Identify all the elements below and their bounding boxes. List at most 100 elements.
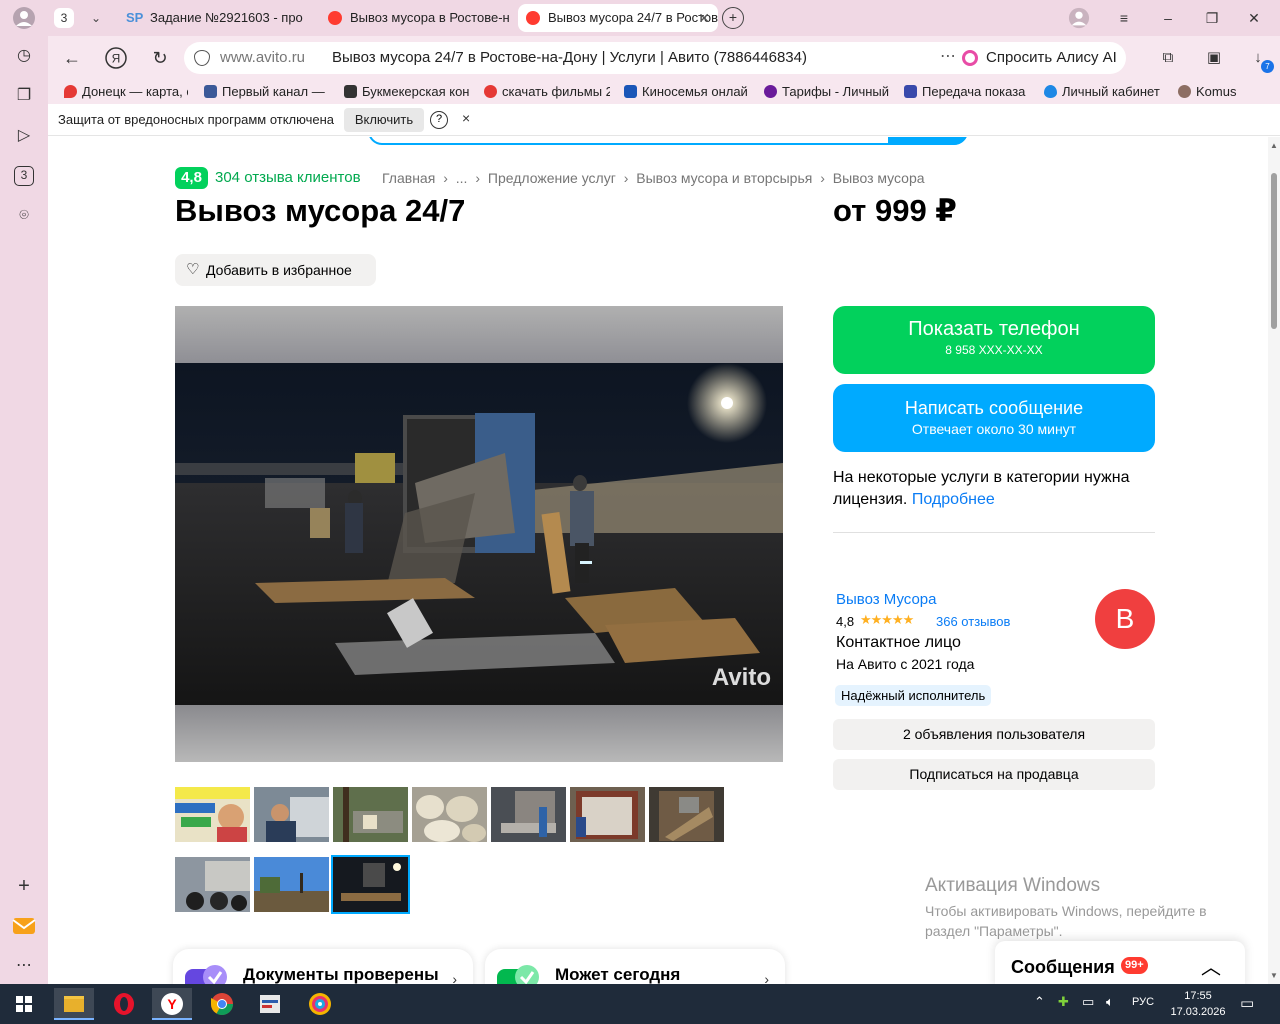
translate-icon[interactable]: ⧉ — [1156, 46, 1180, 70]
close-icon[interactable]: × — [462, 110, 470, 126]
shield-icon — [194, 50, 210, 66]
restore-icon[interactable]: ❐ — [1200, 6, 1224, 30]
collections-icon[interactable]: ❐ — [12, 84, 36, 108]
new-tab-icon[interactable]: + — [722, 7, 744, 29]
counter-icon[interactable]: 3 — [14, 166, 34, 186]
thumbnail[interactable] — [412, 787, 487, 842]
reviews-link[interactable]: 304 отзыва клиентов — [215, 169, 361, 186]
seller-reviews-link[interactable]: 366 отзывов — [936, 614, 1010, 629]
add-to-favorites-button[interactable]: ♡ Добавить в избранное — [175, 254, 376, 286]
close-tab-icon[interactable]: ✕ — [698, 4, 710, 32]
scrollbar-thumb[interactable] — [1271, 173, 1277, 329]
license-notice: На некоторые услуги в категории нужна ли… — [833, 467, 1155, 511]
yandex-browser-icon[interactable]: Y — [152, 988, 192, 1020]
opera-icon[interactable] — [104, 988, 144, 1020]
history-icon[interactable]: ◷ — [12, 44, 36, 68]
page-scrollbar[interactable]: ▲ ▼ — [1268, 137, 1280, 984]
breadcrumb-item[interactable]: Вывоз мусора и вторсырья — [636, 170, 812, 186]
feature-can-today[interactable]: Может сегодня › — [485, 949, 785, 984]
search-bar-peek[interactable] — [368, 137, 968, 145]
account-icon[interactable] — [1068, 7, 1090, 29]
seller-name-link[interactable]: Вывоз Мусора — [836, 591, 937, 608]
bet-icon — [344, 85, 357, 98]
mail-icon[interactable] — [12, 914, 36, 938]
seller-ads-button[interactable]: 2 объявления пользователя — [833, 719, 1155, 750]
windows-start-icon[interactable] — [4, 988, 44, 1020]
bookmark-item[interactable]: Киносемья онлай — [624, 84, 750, 99]
more-icon[interactable]: ⋯ — [12, 954, 36, 978]
downloads-icon[interactable]: ↓ 7 — [1246, 46, 1274, 73]
add-icon[interactable]: + — [12, 874, 36, 898]
messages-label: Сообщения — [1011, 957, 1115, 977]
thumbnail[interactable] — [649, 787, 724, 842]
app-icon[interactable] — [250, 988, 290, 1020]
bookmark-item[interactable]: Тарифы - Личный — [764, 84, 890, 99]
tray-app-icon[interactable]: ✚ — [1058, 994, 1069, 1010]
network-icon[interactable]: ▭ — [1082, 994, 1094, 1010]
help-icon[interactable]: ? — [430, 111, 448, 129]
bookmark-item[interactable]: Первый канал — с — [204, 84, 328, 99]
tab-counter[interactable]: 3 — [54, 8, 74, 28]
tab-avito-listing[interactable]: Вывоз мусора 24/7 в Ростове ✕ — [518, 4, 718, 32]
thumbnail-selected[interactable] — [331, 855, 410, 914]
notifications-icon[interactable]: ▭ — [1240, 994, 1254, 1012]
scroll-up-icon[interactable]: ▲ — [1270, 141, 1278, 150]
svg-text:Y: Y — [167, 996, 177, 1012]
tab-task[interactable]: SP Задание №2921603 - про — [120, 4, 316, 32]
search-button[interactable] — [888, 137, 968, 145]
close-window-icon[interactable]: ✕ — [1242, 6, 1266, 30]
address-bar[interactable]: www.avito.ru Вывоз мусора 24/7 в Ростове… — [184, 42, 992, 74]
security-notification: Защита от вредоносных программ отключена… — [48, 104, 1280, 136]
breadcrumb-item[interactable]: Предложение услуг — [488, 170, 616, 186]
show-phone-button[interactable]: Показать телефон 8 958 XXX-XX-XX — [833, 306, 1155, 374]
profile-icon[interactable] — [12, 6, 36, 30]
volume-icon[interactable]: 🔈︎ — [1106, 994, 1114, 1010]
main-photo[interactable]: Avito — [175, 306, 783, 762]
shield-check-icon[interactable]: ▣ — [1202, 46, 1226, 70]
play-icon[interactable]: ▷ — [12, 124, 36, 148]
thumbnail[interactable] — [175, 857, 250, 912]
scroll-down-icon[interactable]: ▼ — [1270, 971, 1278, 980]
bookmark-item[interactable]: Букмекерская кон — [344, 84, 470, 99]
messages-panel[interactable]: Сообщения 99+ ︿ — [995, 941, 1245, 984]
enable-protection-button[interactable]: Включить — [344, 108, 424, 132]
thumbnail[interactable] — [570, 787, 645, 842]
tariff-icon — [764, 85, 777, 98]
alice-button[interactable]: Спросить Алису AI — [954, 42, 1126, 74]
chevron-down-icon[interactable]: ⌄ — [86, 8, 106, 28]
thumbnail[interactable] — [254, 787, 329, 842]
breadcrumb-item[interactable]: Главная — [382, 170, 435, 186]
write-message-button[interactable]: Написать сообщение Отвечает около 30 мин… — [833, 384, 1155, 452]
back-icon[interactable]: ← — [60, 46, 84, 70]
bookmark-item[interactable]: Донецк — карта, с — [64, 84, 188, 99]
menu-icon[interactable]: ≡ — [1112, 6, 1136, 30]
tab-avito-search[interactable]: Вывоз мусора в Ростове-н — [320, 4, 514, 32]
clock[interactable]: 17:55 17.03.2026 — [1168, 988, 1228, 1020]
thumbnail[interactable] — [254, 857, 329, 912]
photo-night-garbage-truck — [175, 363, 783, 705]
license-more-link[interactable]: Подробнее — [912, 491, 995, 508]
yandex-icon[interactable]: Я — [104, 46, 128, 70]
subscribe-seller-button[interactable]: Подписаться на продавца — [833, 759, 1155, 790]
avatar[interactable]: В — [1095, 589, 1155, 649]
screenshot-icon[interactable]: ⌾ — [12, 204, 36, 228]
reload-icon[interactable]: ↻ — [148, 46, 172, 70]
thumbnail[interactable] — [333, 787, 408, 842]
chevron-up-icon[interactable]: ︿ — [1201, 951, 1221, 980]
thumbnail[interactable] — [491, 787, 566, 842]
language-indicator[interactable]: РУС — [1132, 996, 1154, 1008]
file-explorer-icon[interactable] — [54, 988, 94, 1020]
minimize-icon[interactable]: – — [1156, 6, 1180, 30]
breadcrumb-item[interactable]: ... — [456, 170, 468, 186]
bookmark-item[interactable]: Передача показа — [904, 84, 1030, 99]
today-check-icon — [497, 965, 539, 984]
breadcrumb-item[interactable]: Вывоз мусора — [833, 170, 925, 186]
colorful-app-icon[interactable] — [300, 988, 340, 1020]
chrome-icon[interactable] — [202, 988, 242, 1020]
bookmark-item[interactable]: Личный кабинет — [1044, 84, 1168, 99]
feature-documents-verified[interactable]: Документы проверены › — [173, 949, 473, 984]
bookmark-item[interactable]: скачать фильмы 2 — [484, 84, 610, 99]
tray-chevron-up-icon[interactable]: ⌃ — [1034, 994, 1045, 1010]
bookmark-item[interactable]: Komus — [1178, 84, 1238, 99]
thumbnail[interactable] — [175, 787, 250, 842]
